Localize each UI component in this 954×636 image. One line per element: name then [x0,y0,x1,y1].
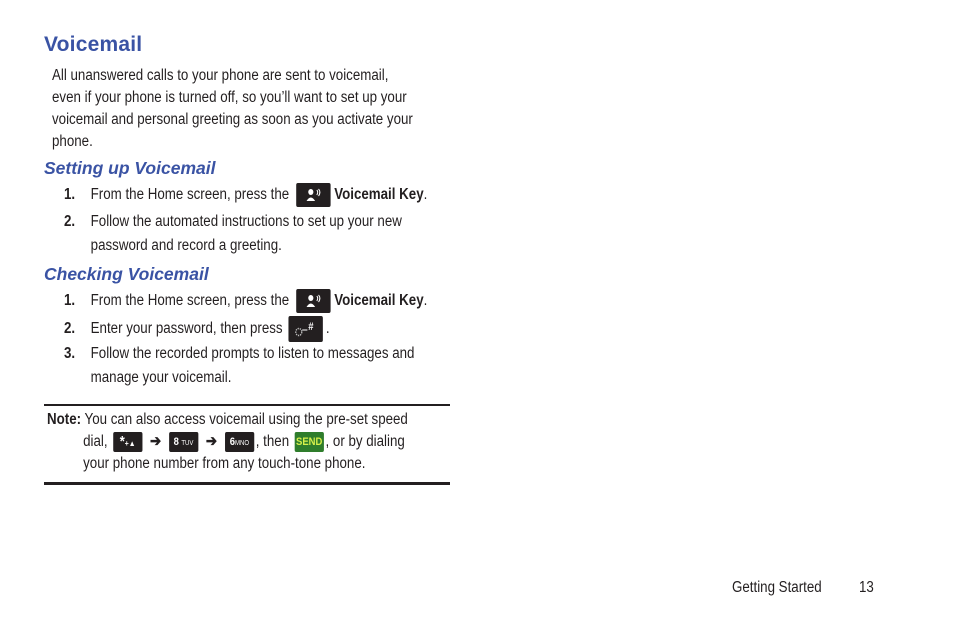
step-number: 2. [64,213,76,230]
intro-line: voicemail and personal greeting as soon … [52,111,413,128]
intro-paragraph: All unanswered calls to your phone are s… [52,65,448,153]
note-box: Note: You can also access voicemail usin… [47,409,408,475]
step-punct: . [423,292,428,310]
note-text: dial, [83,433,108,450]
step-punct: . [325,320,330,338]
voicemail-key-label: Voicemail Key [334,292,424,310]
star-key-icon: *+▲ [113,431,143,452]
note-label: Note: [47,411,82,428]
step-text: Enter your password, then press [90,320,283,338]
key-sub: MNO [235,439,250,447]
footer-page-number: 13 [859,579,874,596]
note-line-2: dial, *+▲ ➔ 8 TUV ➔ 6MNO, then SEND, or by d… [47,431,408,453]
page-title: Voicemail [44,33,143,56]
check-step-3: 3. Follow the recorded prompts to listen … [64,342,414,390]
section-heading-checking: Checking Voicemail [44,264,209,284]
voicemail-key-icon [296,183,331,207]
step-text: From the Home screen, press the [90,292,290,310]
note-bottom-rule [44,482,450,485]
svg-text:#: # [309,321,315,333]
key-glyph: 8 [173,435,179,448]
note-line-3: your phone number from any touch-tone ph… [83,455,366,472]
voicemail-key-label: Voicemail Key [334,186,424,204]
key-sub: +▲ [124,438,136,448]
check-step-1: 1. From the Home screen, press the Voicem… [64,289,427,313]
key-sub: TUV [181,439,194,447]
voicemail-key-icon [296,289,331,313]
footer-section-name: Getting Started [732,579,822,596]
step-text: Follow the automated instructions to set… [90,213,402,230]
pound-key-icon: # [288,316,324,342]
step-punct: . [423,186,428,204]
step-text: Follow the recorded prompts to listen to… [90,345,415,362]
note-top-rule [44,404,450,406]
step-number: 2. [64,320,76,338]
intro-line: All unanswered calls to your phone are s… [52,67,389,84]
note-text: , then [255,433,290,450]
intro-line: even if your phone is turned off, so you… [52,89,407,106]
step-number: 1. [64,186,76,204]
setup-step-1: 1. From the Home screen, press the Voicem… [64,183,427,207]
section-heading-setting-up: Setting up Voicemail [44,158,216,178]
step-number: 3. [64,345,76,362]
intro-line: phone. [52,133,93,150]
eight-key-icon: 8 TUV [168,431,199,452]
arrow-icon: ➔ [149,433,162,450]
step-number: 1. [64,292,76,310]
note-text: You can also access voicemail using the … [84,411,408,428]
setup-step-2: 2. Follow the automated instructions to s… [64,210,402,258]
note-line-1: Note: You can also access voicemail usin… [47,409,408,431]
send-key-icon: SEND [294,431,324,452]
arrow-icon: ➔ [205,433,218,450]
check-step-2: 2. Enter your password, then press # . [64,316,330,342]
step-text: manage your voicemail. [90,369,232,386]
note-text: , or by dialing [325,433,405,450]
step-text: password and record a greeting. [90,237,282,254]
six-key-icon: 6MNO [224,431,255,452]
step-text: From the Home screen, press the [90,186,290,204]
